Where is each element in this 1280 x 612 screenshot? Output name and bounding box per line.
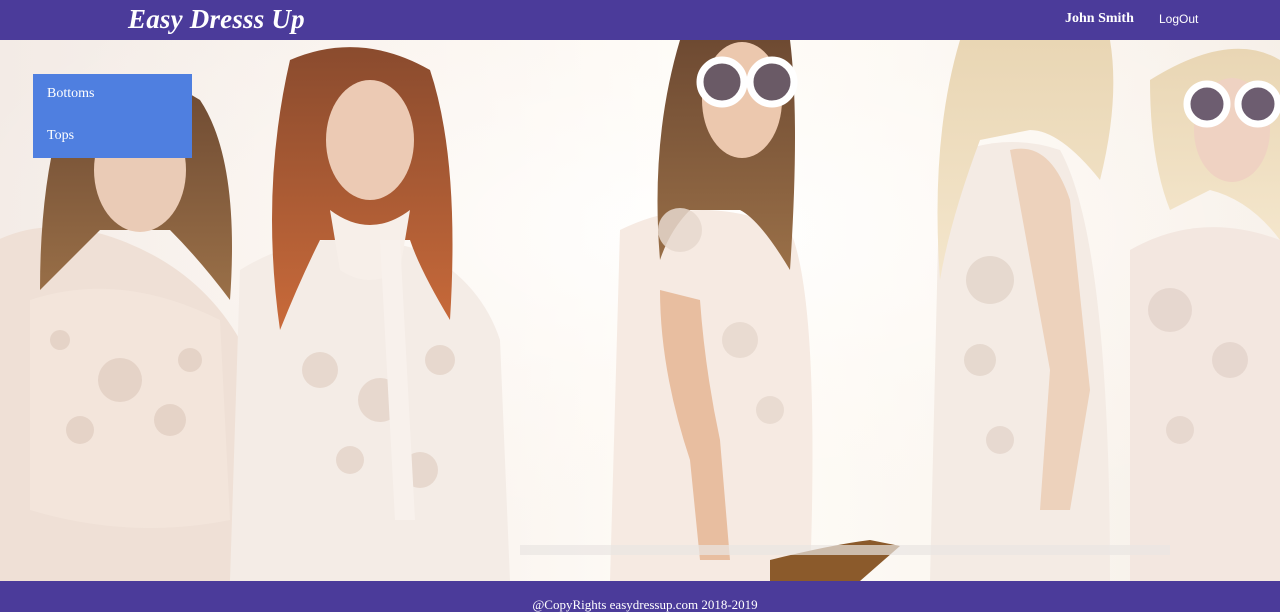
user-name: John Smith (1065, 11, 1134, 26)
top-navbar: Easy Dresss Up John Smith LogOut (0, 0, 1280, 40)
footer-copyright: @CopyRights easydressup.com 2018-2019 (532, 597, 758, 612)
category-side-menu: Bottoms Tops (33, 74, 192, 158)
side-menu-item-tops[interactable]: Tops (47, 128, 74, 144)
fashion-models-photo-icon (0, 40, 1280, 581)
footer: @CopyRights easydressup.com 2018-2019 (0, 581, 1280, 612)
hero-banner-image (0, 40, 1280, 581)
side-menu-item-bottoms[interactable]: Bottoms (47, 86, 94, 102)
logout-link[interactable]: LogOut (1159, 12, 1198, 26)
brand-logo-text[interactable]: Easy Dresss Up (128, 6, 305, 33)
